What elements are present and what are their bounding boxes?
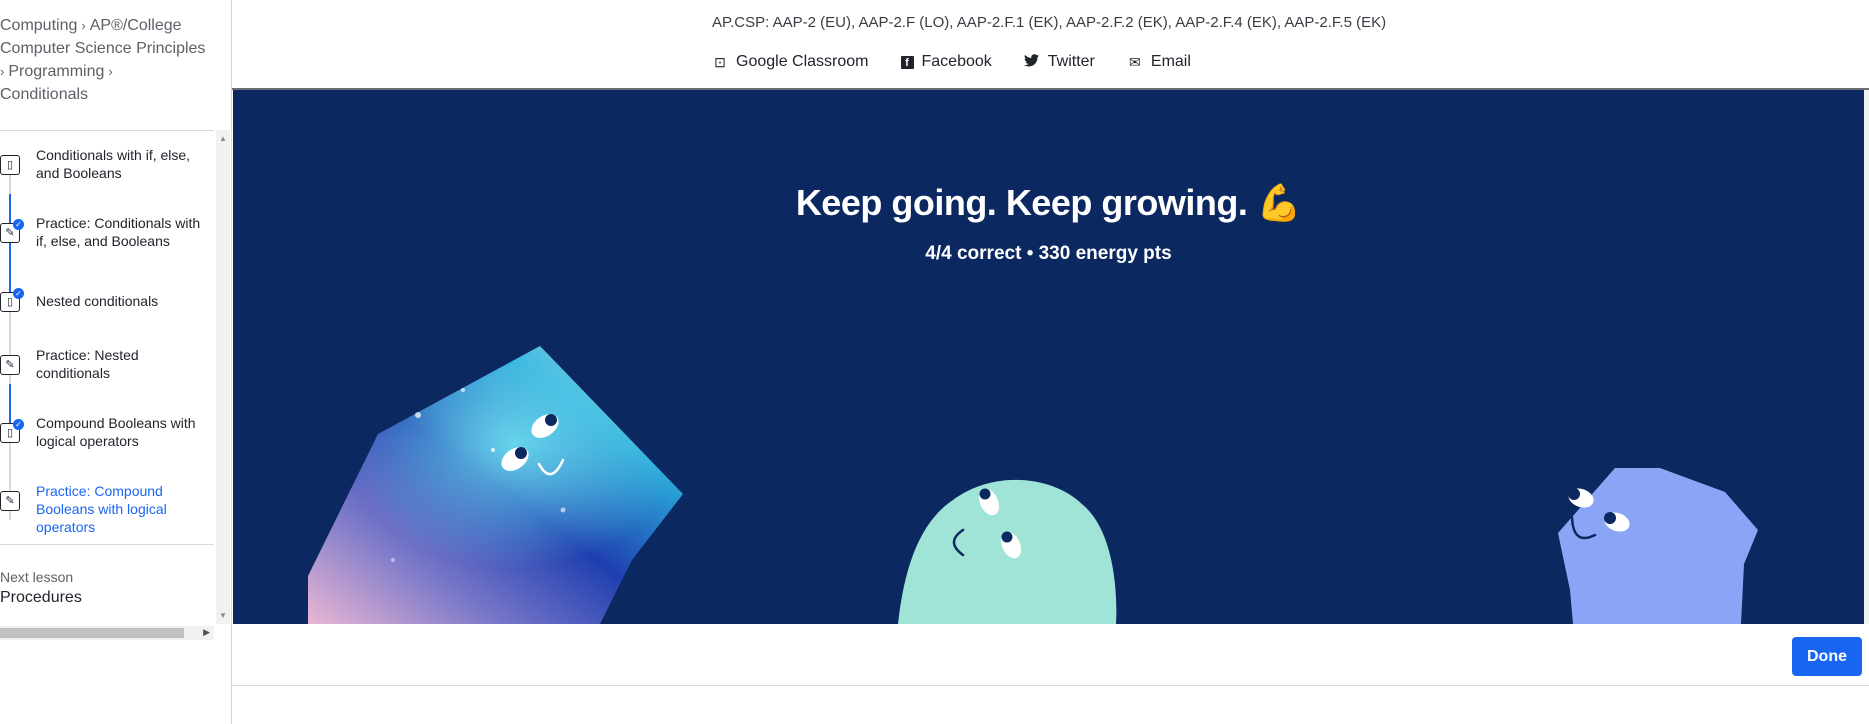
lesson-label: Compound Booleans with logical operators	[36, 415, 196, 449]
scrollbar-thumb[interactable]	[0, 628, 184, 638]
footer-divider	[232, 685, 1869, 686]
pencil-icon: ✎	[0, 491, 20, 511]
lesson-label: Conditionals with if, else, and Booleans	[36, 147, 191, 181]
lesson-label: Practice: Compound Booleans with logical…	[36, 483, 167, 535]
share-label: Facebook	[921, 53, 992, 70]
mint-creature	[898, 479, 1117, 624]
checkmark-icon: ✓	[13, 219, 24, 230]
share-google-classroom[interactable]: ⊡ Google Classroom	[712, 53, 869, 71]
chevron-right-icon: ›	[108, 64, 113, 79]
lesson-label: Nested conditionals	[36, 293, 159, 309]
facebook-icon: f	[900, 55, 914, 69]
share-facebook[interactable]: f Facebook	[900, 53, 992, 71]
next-lesson-link[interactable]: Procedures	[0, 589, 82, 607]
twitter-icon	[1024, 54, 1040, 70]
breadcrumb-link-computing[interactable]: Computing	[0, 17, 77, 34]
chevron-right-icon: ›	[81, 18, 86, 33]
next-lesson-label: Next lesson	[0, 569, 74, 585]
creature-illustration	[308, 346, 1758, 624]
progress-rail-completed	[9, 194, 11, 308]
periwinkle-creature	[1558, 468, 1758, 624]
google-classroom-icon: ⊡	[714, 53, 726, 70]
share-email[interactable]: ✉ Email	[1127, 53, 1191, 71]
panel-scrollbar[interactable]	[1864, 90, 1869, 624]
done-button[interactable]: Done	[1792, 637, 1862, 676]
share-row: ⊡ Google Classroom f Facebook Twitter ✉ …	[712, 52, 1191, 72]
standards-text: AP.CSP: AAP‑2 (EU), AAP‑2.F (LO), AAP‑2.…	[712, 14, 1387, 31]
scroll-right-icon[interactable]: ▶	[203, 627, 210, 638]
share-twitter[interactable]: Twitter	[1024, 53, 1095, 71]
footer-bar	[232, 624, 1869, 686]
share-label: Twitter	[1047, 53, 1095, 70]
scroll-down-icon[interactable]: ▼	[219, 611, 227, 620]
scroll-up-icon[interactable]: ▲	[219, 134, 227, 143]
email-icon: ✉	[1129, 53, 1141, 70]
sidebar-divider	[0, 130, 214, 131]
galaxy-creature	[308, 346, 683, 624]
lesson-list: ▯ Conditionals with if, else, and Boolea…	[0, 136, 214, 544]
breadcrumb-current-conditionals[interactable]: Conditionals	[0, 86, 88, 103]
breadcrumb: Computing › AP®︎/College Computer Science …	[0, 14, 210, 106]
checkmark-icon: ✓	[13, 419, 24, 430]
share-label: Google Classroom	[736, 53, 869, 70]
sidebar-vertical-scrollbar[interactable]: ▲ ▼	[216, 130, 230, 624]
chevron-right-icon: ›	[0, 64, 5, 79]
article-icon: ▯	[0, 155, 20, 175]
lesson-label: Practice: Conditionals with if, else, an…	[36, 215, 201, 249]
lesson-sidebar: Computing › AP®︎/College Computer Science …	[0, 0, 232, 724]
share-label: Email	[1150, 53, 1191, 70]
breadcrumb-link-programming[interactable]: Programming	[8, 63, 104, 80]
checkmark-icon: ✓	[13, 288, 24, 299]
pencil-icon: ✎	[0, 355, 20, 375]
results-panel: Keep going. Keep growing. 💪 4/4 correct …	[233, 90, 1864, 624]
lesson-label: Practice: Nested conditionals	[36, 347, 139, 381]
sidebar-horizontal-scrollbar[interactable]: ▶	[0, 626, 214, 640]
sidebar-divider	[0, 544, 214, 545]
